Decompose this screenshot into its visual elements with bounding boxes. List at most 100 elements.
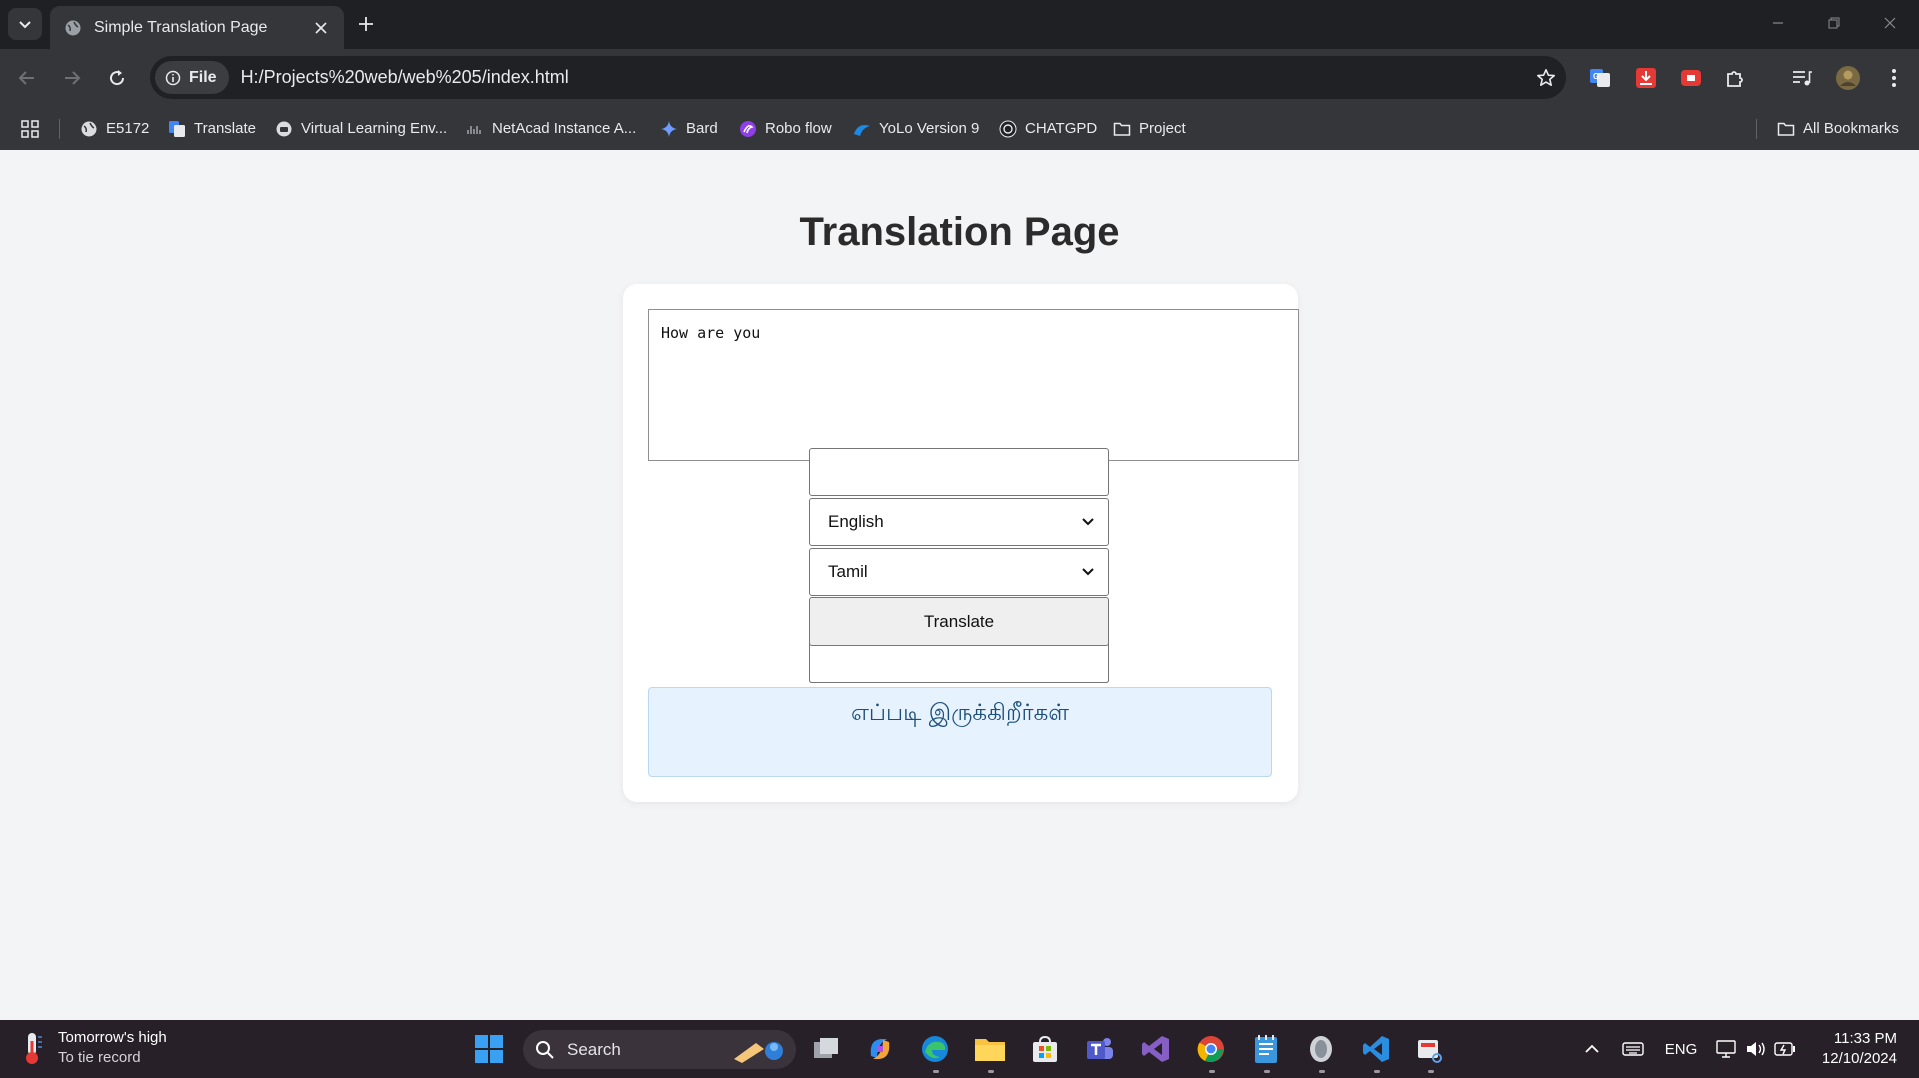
running-indicator (1319, 1070, 1325, 1073)
address-bar[interactable]: File H:/Projects%20web/web%205/index.htm… (150, 56, 1566, 99)
teams-icon (1087, 1038, 1113, 1059)
apps-button[interactable] (20, 107, 40, 150)
puzzle-icon (1727, 71, 1743, 87)
bookmark-chatgpd[interactable]: CHATGPD (999, 107, 1097, 150)
bookmark-label: Project (1139, 120, 1186, 137)
minimize-button[interactable] (1754, 0, 1802, 46)
weather-widget[interactable]: Tomorrow's high To tie record (20, 1028, 167, 1068)
apps-grid-icon (21, 119, 39, 138)
network-button[interactable] (1716, 1037, 1738, 1061)
taskbar-search[interactable]: Search (523, 1030, 796, 1069)
browser-tab-active[interactable]: Simple Translation Page (50, 6, 344, 49)
tab-search-button[interactable] (8, 8, 42, 40)
show-hidden-icons-button[interactable] (1582, 1037, 1602, 1061)
bookmark-star-button[interactable] (1526, 68, 1566, 88)
running-indicator (1264, 1070, 1270, 1073)
bookmark-virtual-learning[interactable]: Virtual Learning Env... (275, 107, 447, 150)
media-controls-button[interactable] (1786, 62, 1818, 94)
source-language-select[interactable]: English (809, 498, 1109, 546)
globe-icon (65, 20, 81, 35)
volume-button[interactable] (1745, 1037, 1767, 1061)
globe-icon (81, 121, 97, 136)
weather-subtitle: To tie record (58, 1049, 141, 1066)
bookmark-netacad[interactable]: NetAcad Instance A... (466, 107, 636, 150)
snipping-tool-button[interactable] (1413, 1032, 1447, 1066)
video-extension[interactable] (1675, 62, 1707, 94)
bookmark-label: CHATGPD (1025, 120, 1098, 137)
copilot-icon (870, 1039, 890, 1059)
minimize-icon (1773, 22, 1783, 24)
task-view-button[interactable] (809, 1032, 843, 1066)
taskbar-clock[interactable]: 11:33 PM 12/10/2024 (1822, 1029, 1897, 1069)
forward-button[interactable] (56, 62, 88, 94)
vscode-button[interactable] (1359, 1032, 1393, 1066)
window-close-button[interactable] (1866, 0, 1914, 46)
bookmark-translate[interactable]: Translate (168, 107, 256, 150)
back-button[interactable] (11, 62, 43, 94)
translation-card: How are you English Tamil Translate எப்ப… (623, 284, 1299, 802)
bookmarks-divider (59, 107, 60, 150)
new-tab-button[interactable] (352, 10, 380, 38)
download-icon (1636, 68, 1656, 88)
openai-icon (999, 120, 1017, 137)
browser-toolbar: File H:/Projects%20web/web%205/index.htm… (0, 49, 1919, 107)
speaker-icon (1747, 1042, 1765, 1056)
start-button[interactable] (472, 1032, 506, 1066)
close-icon (1884, 17, 1896, 29)
running-indicator (1374, 1070, 1380, 1073)
copilot-button[interactable] (863, 1032, 897, 1066)
all-bookmarks-button[interactable]: All Bookmarks (1777, 107, 1899, 150)
download-extension[interactable] (1630, 62, 1662, 94)
bookmark-yolo[interactable]: YoLo Version 9 (853, 107, 979, 150)
source-language-value: English (828, 512, 884, 531)
profile-avatar[interactable] (1832, 62, 1864, 94)
store-button[interactable] (1028, 1032, 1062, 1066)
bookmark-label: E5172 (106, 120, 150, 137)
file-explorer-button[interactable] (973, 1032, 1007, 1066)
network-icon (1716, 1040, 1736, 1058)
extensions-button[interactable] (1719, 62, 1751, 94)
arrow-right-icon (65, 71, 81, 85)
thermometer-icon (26, 1033, 42, 1064)
keyboard-button[interactable] (1620, 1037, 1646, 1061)
chrome-button[interactable] (1194, 1032, 1228, 1066)
url-text[interactable]: H:/Projects%20web/web%205/index.html (241, 67, 1526, 88)
restore-button[interactable] (1810, 0, 1858, 46)
chevron-down-icon (19, 21, 31, 29)
source-text-input[interactable]: How are you (648, 309, 1299, 461)
site-info-chip[interactable]: File (155, 61, 229, 94)
visual-studio-button[interactable] (1139, 1032, 1173, 1066)
input-language-button[interactable]: ENG (1662, 1037, 1700, 1061)
running-indicator (1209, 1070, 1215, 1073)
bookmark-bard[interactable]: Bard (660, 107, 718, 150)
windows-logo-icon (475, 1035, 503, 1063)
notepad-icon (1255, 1035, 1277, 1063)
visual-studio-icon (1142, 1036, 1169, 1062)
battery-button[interactable] (1774, 1037, 1796, 1061)
source-language-select[interactable] (809, 448, 1109, 496)
tab-close-button[interactable] (310, 17, 332, 39)
restore-icon (1828, 17, 1840, 29)
chrome-icon (1197, 1036, 1224, 1062)
bookmark-roboflow[interactable]: Robo flow (739, 107, 832, 150)
reload-button[interactable] (101, 62, 133, 94)
google-translate-extension[interactable]: G (1584, 62, 1616, 94)
arrow-left-icon (18, 71, 34, 85)
bookmarks-divider-right (1756, 107, 1757, 150)
bookmark-e5172[interactable]: E5172 (80, 107, 149, 150)
target-language-select[interactable]: Tamil (809, 548, 1109, 596)
web-page: Translation Page How are you English Tam… (0, 150, 1919, 1020)
plus-icon (359, 17, 373, 31)
notepad-button[interactable] (1249, 1032, 1283, 1066)
running-indicator (1428, 1070, 1434, 1073)
url-scheme-label: File (189, 68, 217, 86)
chevron-up-icon (1585, 1044, 1599, 1053)
yolo-icon (854, 124, 870, 136)
browser-menu-button[interactable] (1878, 62, 1910, 94)
bookmark-folder-project[interactable]: Project (1113, 107, 1186, 150)
edge-button[interactable] (918, 1032, 952, 1066)
app-button[interactable] (1304, 1032, 1338, 1066)
svg-text:G: G (1593, 72, 1599, 81)
translate-button[interactable]: Translate (809, 597, 1109, 646)
teams-button[interactable] (1083, 1032, 1117, 1066)
